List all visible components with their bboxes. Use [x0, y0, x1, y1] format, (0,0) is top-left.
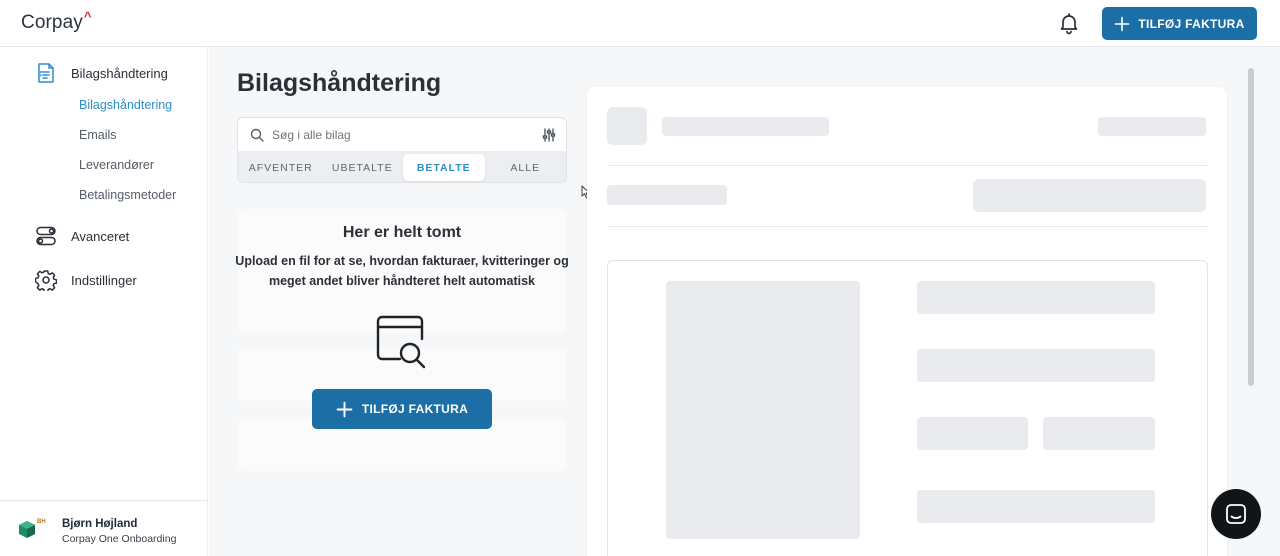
- logo-caret-icon: ^: [83, 9, 92, 24]
- sidebar-item-betalingsmetoder[interactable]: Betalingsmetoder: [79, 188, 176, 202]
- avatar-initials: BH: [37, 519, 46, 525]
- skeleton-field: [1043, 417, 1155, 450]
- skeleton-field: [917, 281, 1155, 314]
- page-title: Bilagshåndtering: [237, 69, 442, 97]
- skeleton-line: [662, 117, 829, 136]
- sidebar-section-label: Bilagshåndtering: [71, 65, 168, 81]
- tab-afventer[interactable]: AFVENTER: [240, 154, 322, 181]
- sidebar-section-indstillinger[interactable]: Indstillinger: [35, 269, 137, 291]
- sidebar-item-bilagshaandtering[interactable]: Bilagshåndtering: [79, 98, 172, 112]
- scrollbar[interactable]: [1248, 68, 1254, 386]
- skeleton-field: [973, 179, 1206, 212]
- divider: [607, 165, 1207, 166]
- bell-icon[interactable]: [1057, 11, 1081, 35]
- user-profile[interactable]: BH Bjørn Højland Corpay One Onboarding: [0, 500, 208, 556]
- corpay-logo[interactable]: Corpay^: [21, 9, 92, 34]
- skeleton-field: [917, 349, 1155, 382]
- status-tabs: AFVENTER UBETALTE BETALTE ALLE: [238, 151, 567, 182]
- plus-icon: [1115, 16, 1130, 31]
- skeleton-field: [917, 417, 1028, 450]
- main-content: Bilagshåndtering AFVENTER UBETALTE BETAL…: [209, 47, 1280, 556]
- tab-betalte[interactable]: BETALTE: [403, 154, 485, 181]
- support-chat-button[interactable]: [1211, 489, 1261, 539]
- logo-text: Corpay: [21, 12, 83, 33]
- divider: [607, 226, 1207, 227]
- empty-state-button-label: TILFØJ FAKTURA: [361, 402, 469, 416]
- user-name: Bjørn Højland: [62, 518, 138, 530]
- skeleton-document-preview: [666, 281, 860, 539]
- avatar: BH: [16, 515, 50, 543]
- empty-state-title: Her er helt tomt: [342, 224, 462, 241]
- chat-icon: [1226, 504, 1246, 524]
- skeleton-field: [917, 490, 1155, 523]
- top-bar: Corpay^ TILFØJ FAKTURA: [0, 0, 1280, 47]
- filter-sliders-icon[interactable]: [542, 128, 556, 142]
- gear-icon: [35, 270, 57, 291]
- plus-icon: [336, 401, 353, 417]
- empty-state-add-invoice-button[interactable]: TILFØJ FAKTURA: [312, 389, 492, 429]
- user-organization: Corpay One Onboarding: [62, 533, 177, 545]
- skeleton-thumbnail: [607, 107, 647, 145]
- sidebar-item-emails[interactable]: Emails: [79, 128, 117, 142]
- add-invoice-button-label: TILFØJ FAKTURA: [1138, 16, 1245, 31]
- invoice-detail-panel-loading: [587, 87, 1227, 556]
- sidebar-section-label: Avanceret: [71, 228, 130, 244]
- empty-state-text: Upload en fil for at se, hvordan faktura…: [235, 254, 569, 288]
- search-bar: [238, 118, 566, 151]
- add-invoice-button[interactable]: TILFØJ FAKTURA: [1102, 7, 1257, 40]
- skeleton-line: [1098, 117, 1206, 136]
- window-search-icon: [374, 315, 430, 371]
- search-filter-card: AFVENTER UBETALTE BETALTE ALLE: [237, 117, 567, 183]
- search-icon: [250, 128, 264, 142]
- sidebar-section-bilagshaandtering[interactable]: Bilagshåndtering: [35, 62, 168, 84]
- skeleton-line: [607, 185, 727, 205]
- receipt-document-icon: [38, 63, 54, 83]
- sidebar-item-leverandoerer[interactable]: Leverandører: [79, 158, 154, 172]
- sidebar-section-label: Indstillinger: [71, 272, 137, 288]
- search-input[interactable]: [272, 127, 532, 142]
- sidebar: Bilagshåndtering Bilagshåndtering Emails…: [0, 47, 208, 556]
- sidebar-section-avanceret[interactable]: Avanceret: [35, 225, 129, 247]
- tab-alle[interactable]: ALLE: [485, 154, 567, 181]
- toggle-switches-icon: [36, 226, 56, 246]
- skeleton-preview-box: [607, 260, 1208, 556]
- tab-ubetalte[interactable]: UBETALTE: [322, 154, 404, 181]
